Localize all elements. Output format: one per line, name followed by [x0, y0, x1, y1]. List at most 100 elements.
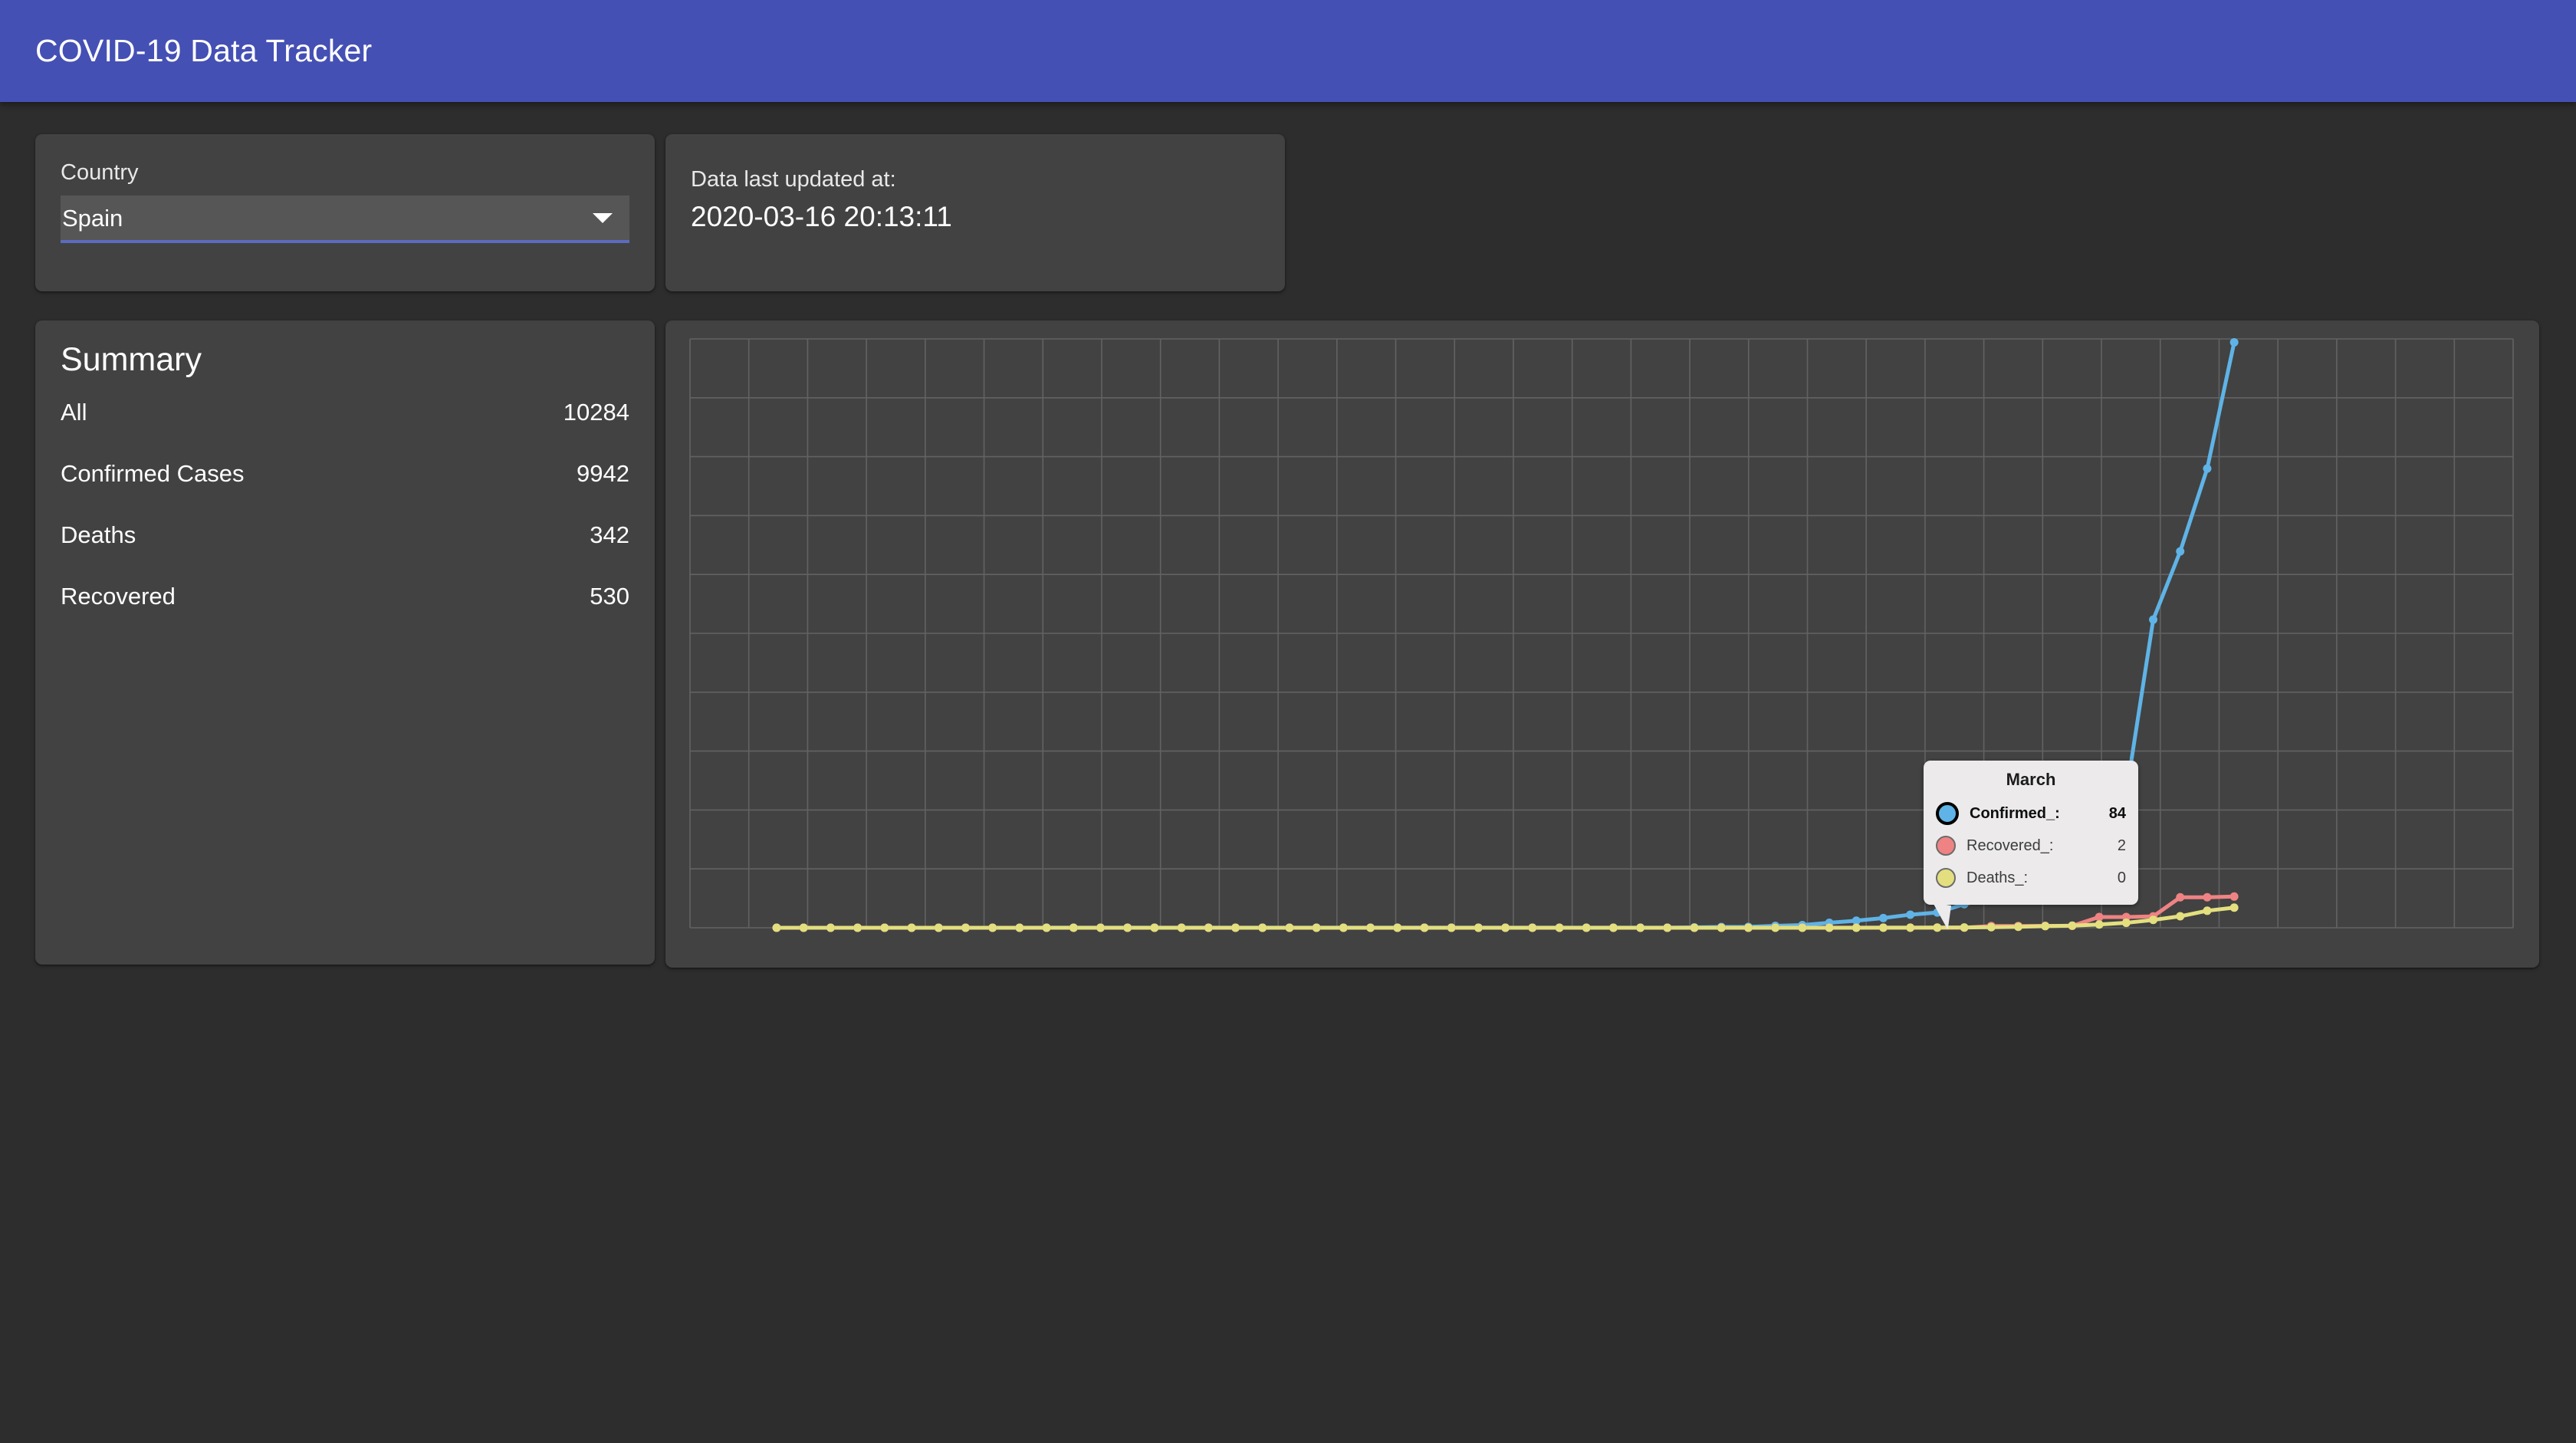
series-point-deaths[interactable]	[853, 923, 863, 932]
summary-row-value: 10284	[563, 399, 629, 426]
series-point-deaths[interactable]	[961, 923, 970, 932]
series-point-deaths[interactable]	[1906, 923, 1915, 932]
tooltip-series-value: 2	[2117, 837, 2126, 854]
series-point-deaths[interactable]	[1015, 923, 1024, 932]
series-point-deaths[interactable]	[1555, 923, 1564, 932]
series-point-recovered[interactable]	[2229, 892, 2239, 901]
series-color-dot-icon	[1936, 802, 1959, 825]
summary-row: All 10284	[61, 399, 629, 460]
series-point-deaths[interactable]	[2149, 915, 2158, 925]
country-label: Country	[61, 160, 139, 185]
summary-row-label: All	[61, 399, 87, 426]
last-updated-label: Data last updated at:	[691, 167, 896, 192]
series-point-deaths[interactable]	[1986, 922, 1996, 932]
tooltip-series-value: 84	[2108, 804, 2126, 822]
summary-row: Recovered 530	[61, 583, 629, 644]
series-point-deaths[interactable]	[1474, 923, 1483, 932]
series-point-recovered[interactable]	[2203, 892, 2212, 902]
series-point-deaths[interactable]	[880, 923, 889, 932]
series-point-confirmed[interactable]	[1906, 910, 1915, 919]
series-point-deaths[interactable]	[2095, 920, 2104, 929]
tooltip-rows: Confirmed_: 84 Recovered_: 2 Deaths_: 0	[1936, 797, 2126, 894]
summary-row-label: Recovered	[61, 583, 176, 610]
series-point-deaths[interactable]	[1636, 923, 1645, 932]
series-point-deaths[interactable]	[1096, 923, 1105, 932]
series-point-deaths[interactable]	[1312, 923, 1321, 932]
series-point-deaths[interactable]	[1690, 923, 1699, 932]
covid-timeline-chart[interactable]	[665, 320, 2539, 968]
series-point-deaths[interactable]	[1150, 923, 1159, 932]
series-point-deaths[interactable]	[1771, 923, 1780, 932]
summary-row-label: Deaths	[61, 521, 136, 548]
series-point-deaths[interactable]	[1069, 923, 1078, 932]
tooltip-row: Deaths_: 0	[1936, 862, 2126, 894]
chevron-down-icon	[593, 212, 613, 223]
series-point-deaths[interactable]	[1878, 923, 1888, 932]
series-point-confirmed[interactable]	[2229, 337, 2239, 347]
country-select-value: Spain	[62, 204, 123, 232]
series-point-deaths[interactable]	[1528, 923, 1537, 932]
series-point-deaths[interactable]	[1798, 923, 1807, 932]
series-point-deaths[interactable]	[1366, 923, 1375, 932]
summary-row-label: Confirmed Cases	[61, 460, 245, 487]
series-point-deaths[interactable]	[2014, 922, 2023, 932]
series-point-deaths[interactable]	[1825, 923, 1834, 932]
country-select[interactable]: Spain	[61, 196, 629, 243]
series-point-deaths[interactable]	[1231, 923, 1240, 932]
series-point-confirmed[interactable]	[2176, 547, 2185, 556]
tooltip-series-name: Confirmed_:	[1970, 804, 2060, 822]
series-point-deaths[interactable]	[2176, 912, 2185, 921]
series-point-deaths[interactable]	[1339, 923, 1348, 932]
series-point-recovered[interactable]	[2095, 912, 2104, 922]
series-point-confirmed[interactable]	[2149, 615, 2158, 624]
series-point-deaths[interactable]	[988, 923, 997, 932]
series-point-deaths[interactable]	[1852, 923, 1861, 932]
series-point-deaths[interactable]	[1743, 923, 1753, 932]
tooltip-row: Recovered_: 2	[1936, 830, 2126, 862]
last-updated-value: 2020-03-16 20:13:11	[691, 201, 952, 232]
series-point-deaths[interactable]	[1663, 923, 1672, 932]
series-point-deaths[interactable]	[1960, 923, 1969, 932]
series-point-deaths[interactable]	[2068, 921, 2077, 930]
series-point-deaths[interactable]	[1447, 923, 1456, 932]
series-point-deaths[interactable]	[799, 923, 808, 932]
series-point-deaths[interactable]	[1123, 923, 1132, 932]
summary-list: All 10284 Confirmed Cases 9942 Deaths 342 Reco…	[61, 399, 629, 644]
series-point-deaths[interactable]	[934, 923, 943, 932]
tooltip-series-name: Deaths_:	[1967, 869, 2029, 886]
series-point-deaths[interactable]	[907, 923, 916, 932]
series-point-deaths[interactable]	[1177, 923, 1186, 932]
series-point-deaths[interactable]	[2203, 906, 2212, 915]
summary-row-value: 530	[590, 583, 629, 610]
series-color-dot-icon	[1936, 868, 1956, 888]
summary-row-value: 342	[590, 521, 629, 548]
tooltip-tail	[1917, 901, 1952, 930]
series-point-deaths[interactable]	[1420, 923, 1429, 932]
series-point-deaths[interactable]	[2229, 903, 2239, 912]
summary-title: Summary	[61, 341, 202, 378]
series-point-deaths[interactable]	[1608, 923, 1618, 932]
series-point-recovered[interactable]	[2176, 892, 2185, 902]
chart-grid	[689, 338, 2514, 929]
series-point-deaths[interactable]	[826, 923, 835, 932]
series-point-confirmed[interactable]	[1878, 913, 1888, 922]
series-point-deaths[interactable]	[772, 923, 781, 932]
series-point-deaths[interactable]	[1258, 923, 1267, 932]
summary-row: Deaths 342	[61, 521, 629, 583]
series-point-deaths[interactable]	[1285, 923, 1294, 932]
series-point-deaths[interactable]	[1042, 923, 1051, 932]
series-color-dot-icon	[1936, 836, 1956, 856]
series-point-deaths[interactable]	[1582, 923, 1591, 932]
app-title: COVID-19 Data Tracker	[35, 33, 373, 68]
series-point-deaths[interactable]	[2041, 922, 2050, 931]
chart-tooltip: March Confirmed_: 84 Recovered_: 2 Deaths_: 0	[1917, 761, 2138, 930]
series-point-confirmed[interactable]	[2203, 464, 2212, 473]
series-point-deaths[interactable]	[2121, 919, 2131, 928]
series-point-deaths[interactable]	[1717, 923, 1726, 932]
series-point-deaths[interactable]	[1393, 923, 1402, 932]
summary-row-value: 9942	[577, 460, 629, 487]
tooltip-row: Confirmed_: 84	[1936, 797, 2126, 830]
series-point-deaths[interactable]	[1501, 923, 1510, 932]
tooltip-series-name: Recovered_:	[1967, 837, 2054, 854]
series-point-deaths[interactable]	[1204, 923, 1213, 932]
